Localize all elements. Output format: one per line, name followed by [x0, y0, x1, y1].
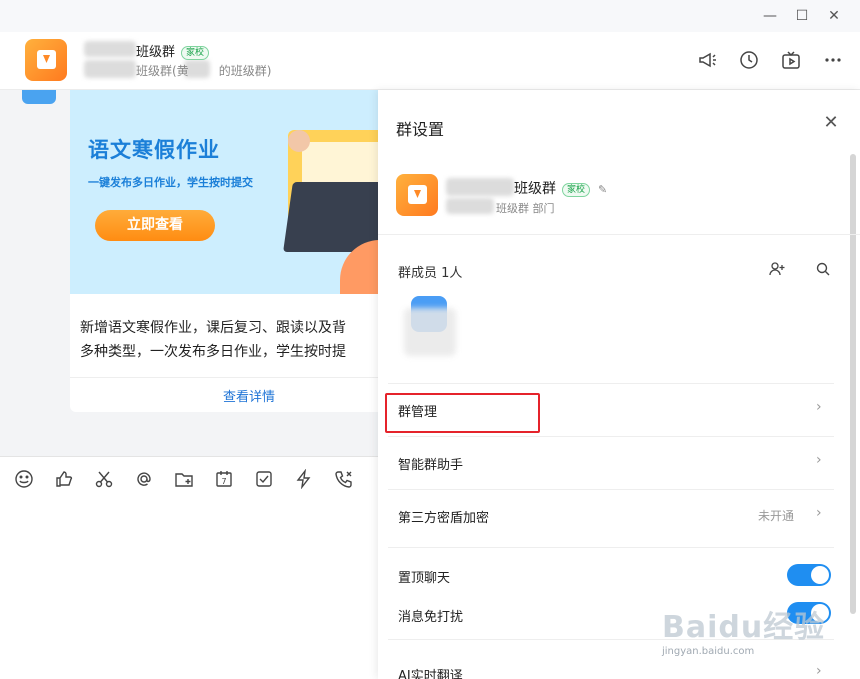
- group-name[interactable]: 班级群 家校 ✎: [514, 178, 607, 198]
- divider: [388, 639, 834, 640]
- row-label: AI实时翻译: [398, 669, 463, 679]
- divider: [388, 547, 834, 548]
- members-label: 群成员 1人: [398, 266, 463, 281]
- svg-text:7: 7: [221, 477, 226, 486]
- panel-title: 群设置: [396, 120, 445, 139]
- announcement-icon[interactable]: [696, 49, 718, 71]
- chat-subtitle-tail: 的班级群): [218, 64, 272, 78]
- history-icon[interactable]: [738, 49, 760, 71]
- folder-add-icon[interactable]: [174, 469, 194, 489]
- phone-icon[interactable]: [334, 469, 354, 489]
- divider: [378, 234, 860, 235]
- group-avatar-icon[interactable]: [396, 174, 438, 216]
- live-icon[interactable]: [780, 49, 802, 71]
- encryption-row[interactable]: 第三方密盾加密 未开通 ›: [378, 490, 834, 542]
- checkbox-icon[interactable]: [254, 469, 274, 489]
- emoji-icon[interactable]: [14, 469, 34, 489]
- panel-scrollbar[interactable]: [850, 154, 856, 614]
- banner-subtitle: 一键发布多日作业，学生按时提交: [88, 176, 253, 189]
- chat-subtitle-head: 班级群(黄: [136, 64, 189, 78]
- chat-title: 班级群 家校: [136, 41, 210, 60]
- blurred-sub: [84, 60, 136, 78]
- group-tag-badge: 家校: [562, 183, 591, 197]
- do-not-disturb-toggle[interactable]: [787, 602, 831, 624]
- row-label: 智能群助手: [398, 458, 464, 473]
- close-window-icon[interactable]: ✕: [824, 6, 844, 26]
- card-text-line-2: 多种类型，一次发布多日作业，学生按时提: [80, 344, 346, 360]
- banner-title: 语文寒假作业: [88, 138, 220, 162]
- chat-title-text: 班级群: [136, 45, 176, 60]
- calendar-icon[interactable]: 7: [214, 469, 234, 489]
- sender-avatar[interactable]: [22, 90, 56, 104]
- group-name-text: 班级群: [514, 181, 556, 197]
- chevron-right-icon: ›: [816, 399, 822, 415]
- edit-icon[interactable]: ✎: [598, 183, 607, 196]
- input-toolbar: 7: [0, 456, 378, 679]
- minimize-icon[interactable]: —: [760, 6, 780, 26]
- group-settings-panel: 群设置 ✕ 班级群 家校 ✎ 班级群 部门 群成员 1人 群管理 › 智能群助手 ›…: [378, 90, 860, 679]
- group-subtitle: 班级群 部门: [496, 202, 555, 215]
- chevron-right-icon: ›: [816, 505, 822, 521]
- do-not-disturb-row: 消息免打扰: [378, 589, 834, 635]
- title-bar: — ☐ ✕: [0, 0, 860, 32]
- scissors-icon[interactable]: [94, 469, 114, 489]
- row-label: 第三方密盾加密: [398, 511, 490, 526]
- view-now-button[interactable]: 立即查看: [95, 210, 215, 241]
- promo-banner[interactable]: 语文寒假作业 一键发布多日作业，学生按时提交 立即查看: [70, 90, 378, 294]
- chat-area: 语文寒假作业 一键发布多日作业，学生按时提交 立即查看 新增语文寒假作业，课后复…: [0, 90, 378, 456]
- chat-subtitle: 班级群(黄 的班级群): [136, 62, 271, 79]
- pin-chat-toggle[interactable]: [787, 564, 831, 586]
- chat-header: 班级群 家校 班级群(黄 的班级群): [0, 32, 860, 90]
- at-icon[interactable]: [134, 469, 154, 489]
- chevron-right-icon: ›: [816, 663, 822, 679]
- more-icon[interactable]: [822, 49, 844, 71]
- member-blur: [404, 308, 456, 356]
- group-logo-icon[interactable]: [25, 39, 67, 81]
- row-label: 置顶聊天: [398, 571, 451, 586]
- lightning-icon[interactable]: [294, 468, 314, 490]
- add-member-icon[interactable]: [768, 260, 786, 278]
- encryption-status: 未开通: [758, 509, 795, 523]
- message-card[interactable]: 语文寒假作业 一键发布多日作业，学生按时提交 立即查看 新增语文寒假作业，课后复…: [70, 90, 378, 412]
- row-label: 消息免打扰: [398, 610, 464, 625]
- banner-person: [288, 130, 310, 152]
- blurred-group-name: [446, 178, 514, 196]
- chevron-right-icon: ›: [816, 452, 822, 468]
- blurred-group-sub: [446, 198, 494, 214]
- highlight-box: [385, 393, 540, 433]
- card-divider: [70, 377, 378, 378]
- card-text-line-1: 新增语文寒假作业，课后复习、跟读以及背: [80, 320, 346, 336]
- blurred-name: [84, 41, 136, 57]
- view-details-link[interactable]: 查看详情: [70, 386, 378, 405]
- card-description: 新增语文寒假作业，课后复习、跟读以及背 多种类型，一次发布多日作业，学生按时提: [80, 316, 378, 364]
- panel-close-icon[interactable]: ✕: [822, 114, 840, 132]
- search-member-icon[interactable]: [814, 260, 832, 278]
- maximize-icon[interactable]: ☐: [792, 6, 812, 26]
- thumbs-up-icon[interactable]: [54, 469, 74, 489]
- banner-laptop: [283, 182, 378, 252]
- smart-assistant-row[interactable]: 智能群助手 ›: [378, 437, 834, 489]
- home-school-badge: 家校: [181, 46, 210, 60]
- ai-translate-row[interactable]: AI实时翻译 ›: [378, 648, 834, 679]
